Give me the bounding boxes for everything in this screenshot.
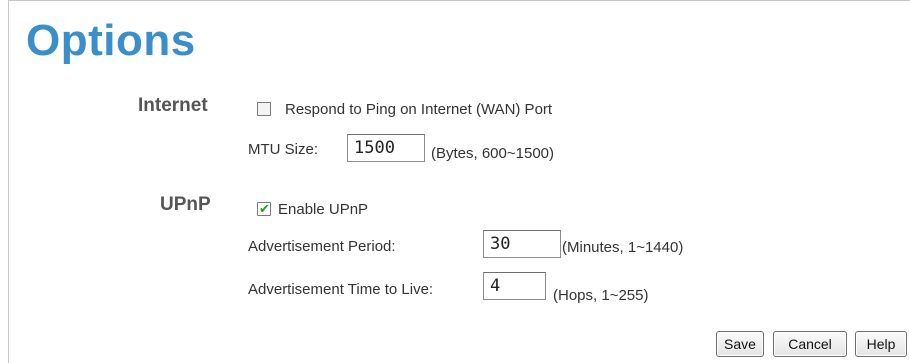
adv-ttl-input[interactable] (483, 272, 546, 300)
adv-period-input[interactable] (483, 230, 561, 258)
help-button[interactable]: Help (855, 331, 907, 357)
adv-ttl-hint: (Hops, 1~255) (553, 287, 649, 304)
mtu-hint: (Bytes, 600~1500) (431, 145, 554, 162)
adv-ttl-label: Advertisement Time to Live: (248, 281, 434, 298)
ping-checkbox-label: Respond to Ping on Internet (WAN) Port (285, 101, 553, 118)
checkmark-icon: ✔ (259, 201, 270, 216)
mtu-input[interactable] (347, 134, 425, 162)
adv-period-hint: (Minutes, 1~1440) (562, 239, 684, 256)
adv-period-label: Advertisement Period: (248, 238, 396, 255)
enable-upnp-checkbox[interactable]: ✔ (257, 201, 271, 216)
ping-checkbox[interactable] (257, 102, 271, 116)
enable-upnp-label: Enable UPnP (278, 201, 369, 218)
upnp-section-label: UPnP (160, 194, 211, 215)
save-button[interactable]: Save (716, 331, 764, 357)
cancel-button[interactable]: Cancel (773, 331, 847, 357)
internet-section-label: Internet (138, 95, 208, 116)
mtu-label: MTU Size: (248, 141, 319, 158)
page-title: Options (26, 16, 196, 65)
